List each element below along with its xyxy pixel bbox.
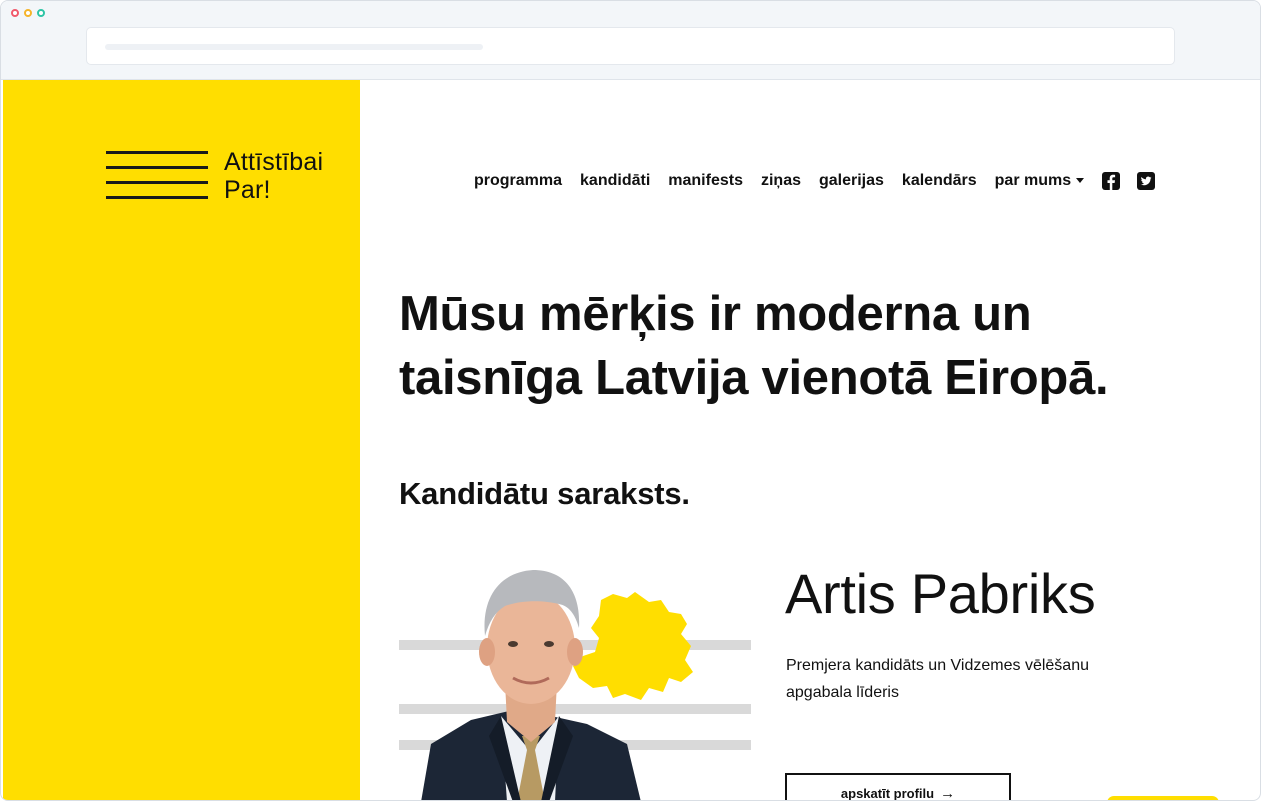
- site-logo[interactable]: Attīstībai Par!: [106, 150, 366, 205]
- twitter-icon[interactable]: [1137, 172, 1156, 190]
- nav-item-programma[interactable]: programma: [474, 172, 562, 190]
- candidate-portrait[interactable]: [399, 560, 751, 800]
- candidate-description: Premjera kandidāts un Vidzemes vēlēšanu …: [786, 657, 1089, 701]
- nav-item-kalendars[interactable]: kalendārs: [902, 172, 977, 190]
- url-placeholder: [105, 44, 483, 50]
- browser-window: Attīstībai Par! programma kandidāti mani…: [0, 0, 1261, 801]
- browser-toolbar: [1, 1, 1260, 80]
- section-title: Kandidātu saraksts.: [399, 476, 690, 511]
- hero-line-1: Mūsu mērķis ir moderna un: [399, 287, 1032, 341]
- facebook-icon[interactable]: [1102, 172, 1121, 190]
- candidate-name: Artis Pabriks: [785, 562, 1096, 625]
- view-profile-button[interactable]: apskatīt profilu →: [785, 773, 1011, 801]
- maximize-window-icon[interactable]: [37, 9, 45, 17]
- address-bar[interactable]: [86, 27, 1175, 65]
- candidate-photo: [421, 570, 641, 800]
- logo-text-line2: Par!: [224, 176, 271, 204]
- close-window-icon[interactable]: [11, 9, 19, 17]
- nav-item-kandidati[interactable]: kandidāti: [580, 172, 650, 190]
- caret-down-icon: [1076, 178, 1085, 184]
- hero-line-2: taisnīga Latvija vienotā Eiropā.: [399, 351, 1109, 405]
- logo-lines-icon: [106, 150, 210, 205]
- hero-heading: Mūsu mērķis ir moderna un taisnīga Latvi…: [399, 282, 1159, 410]
- arrow-right-icon: →: [940, 785, 956, 801]
- yellow-pill-button[interactable]: [1107, 796, 1219, 800]
- nav-item-par-mums[interactable]: par mums: [994, 172, 1085, 190]
- nav-item-manifests[interactable]: manifests: [668, 172, 743, 190]
- minimize-window-icon[interactable]: [24, 9, 32, 17]
- page-viewport: Attīstībai Par! programma kandidāti mani…: [3, 80, 1260, 801]
- main-nav: programma kandidāti manifests ziņas gale…: [474, 170, 1172, 192]
- nav-item-galerijas[interactable]: galerijas: [819, 172, 884, 190]
- view-profile-label: apskatīt profilu: [840, 786, 935, 801]
- logo-text-line1: Attīstībai: [224, 148, 324, 176]
- nav-item-par-mums-label: par mums: [994, 172, 1072, 189]
- nav-item-zinas[interactable]: ziņas: [761, 172, 801, 190]
